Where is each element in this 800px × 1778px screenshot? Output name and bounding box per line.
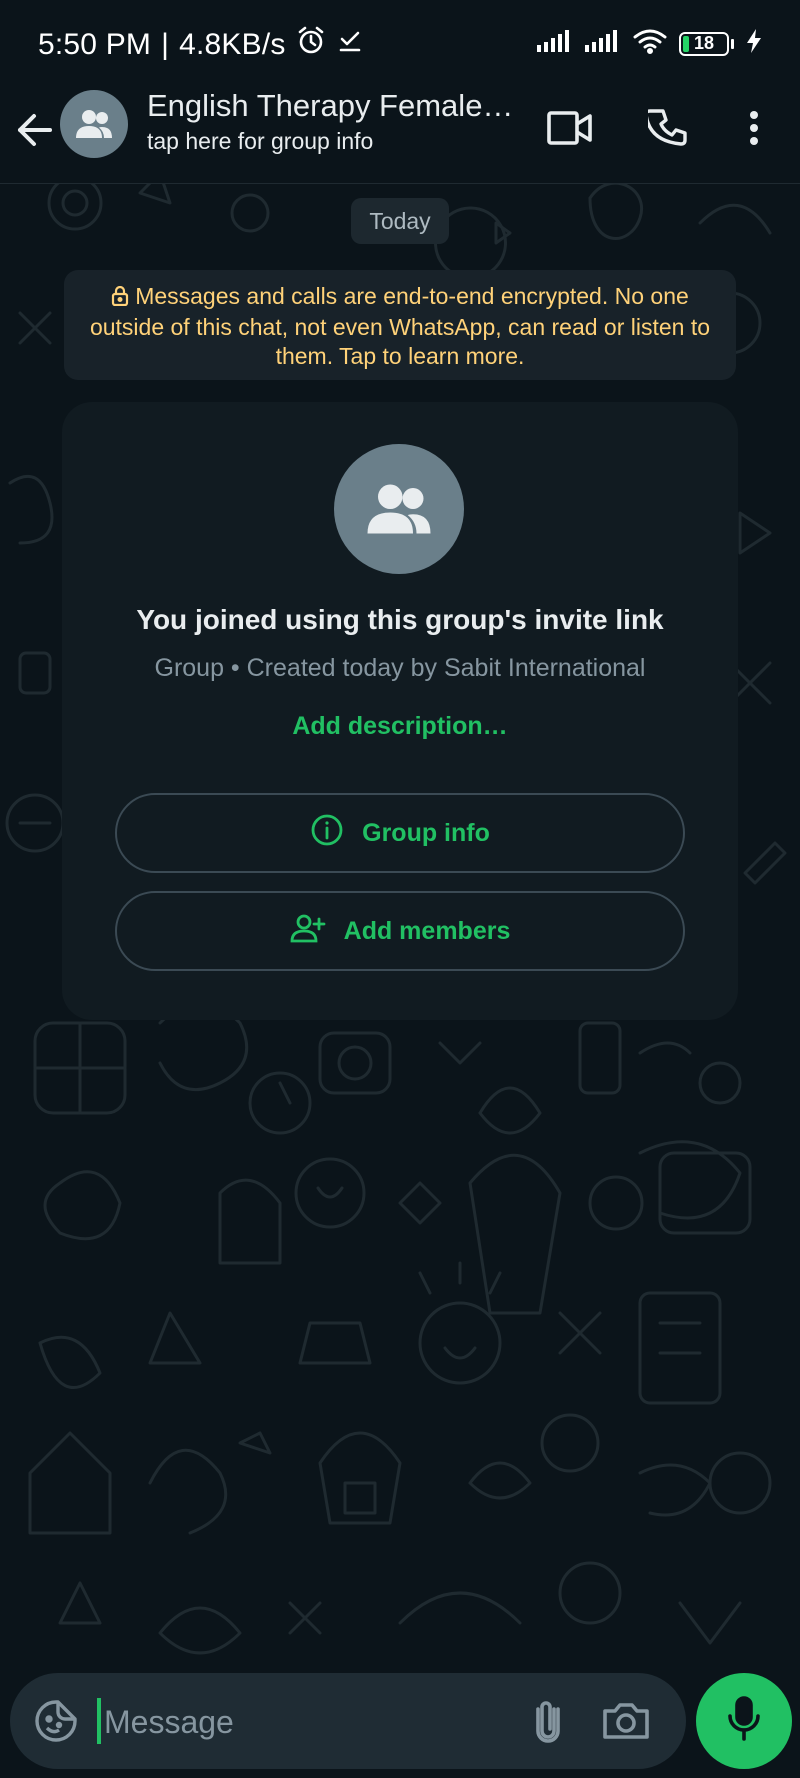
date-chip: Today [351,198,449,244]
chat-header: English Therapy Female… tap here for gro… [0,88,800,184]
download-done-icon [336,27,364,63]
message-composer [10,1673,686,1769]
group-created-subtitle: Group • Created today by Sabit Internati… [154,654,646,682]
more-vert-icon[interactable] [728,102,780,154]
network-speed: 4.8KB/s [179,28,286,61]
battery-tip [731,38,734,49]
status-separator: | [161,28,170,61]
voice-call-icon[interactable] [642,102,694,154]
battery-level: 18 [693,33,715,53]
lock-icon [111,284,129,313]
encryption-notice[interactable]: Messages and calls are end-to-end encryp… [64,270,736,380]
chat-subtitle: tap here for group info [147,128,374,154]
signal-icon [537,30,573,57]
invite-joined-title: You joined using this group's invite lin… [136,604,664,635]
video-call-icon[interactable] [544,102,596,154]
status-bar-right: 18 [537,28,762,59]
message-input[interactable] [102,1693,466,1751]
mic-icon [726,1695,762,1747]
status-bar: 5:50 PM | 4.8KB/s 18 [0,0,800,90]
group-avatar-icon[interactable] [60,90,128,158]
text-cursor [97,1698,101,1744]
encryption-notice-text: Messages and calls are end-to-end encryp… [89,283,711,369]
group-info-label: Group info [362,818,490,847]
add-description-link[interactable]: Add description… [62,712,738,741]
chat-title-area[interactable]: English Therapy Female… tap here for gro… [147,88,517,155]
charging-icon [746,29,762,58]
group-intro-card: You joined using this group's invite lin… [62,402,738,1020]
group-info-button[interactable]: Group info [115,793,685,873]
group-avatar-large-icon [334,444,464,574]
signal-icon [585,30,621,57]
emoji-sticker-icon[interactable] [32,1697,80,1745]
wifi-icon [633,28,667,59]
chat-title: English Therapy Female… [147,88,514,123]
status-bar-left: 5:50 PM | 4.8KB/s [38,26,364,64]
add-members-label: Add members [343,916,511,945]
back-arrow-icon[interactable] [14,108,58,152]
attach-icon[interactable] [522,1695,574,1747]
add-person-icon [290,913,326,950]
add-members-button[interactable]: Add members [115,891,685,971]
status-time: 5:50 PM [38,28,152,61]
info-icon [310,813,344,854]
alarm-icon [296,26,326,64]
camera-icon[interactable] [599,1695,653,1747]
battery-icon: 18 [679,31,729,56]
whatsapp-chat-screen: 5:50 PM | 4.8KB/s 18 English Therapy Fem… [0,0,800,1778]
mic-button[interactable] [696,1673,792,1769]
